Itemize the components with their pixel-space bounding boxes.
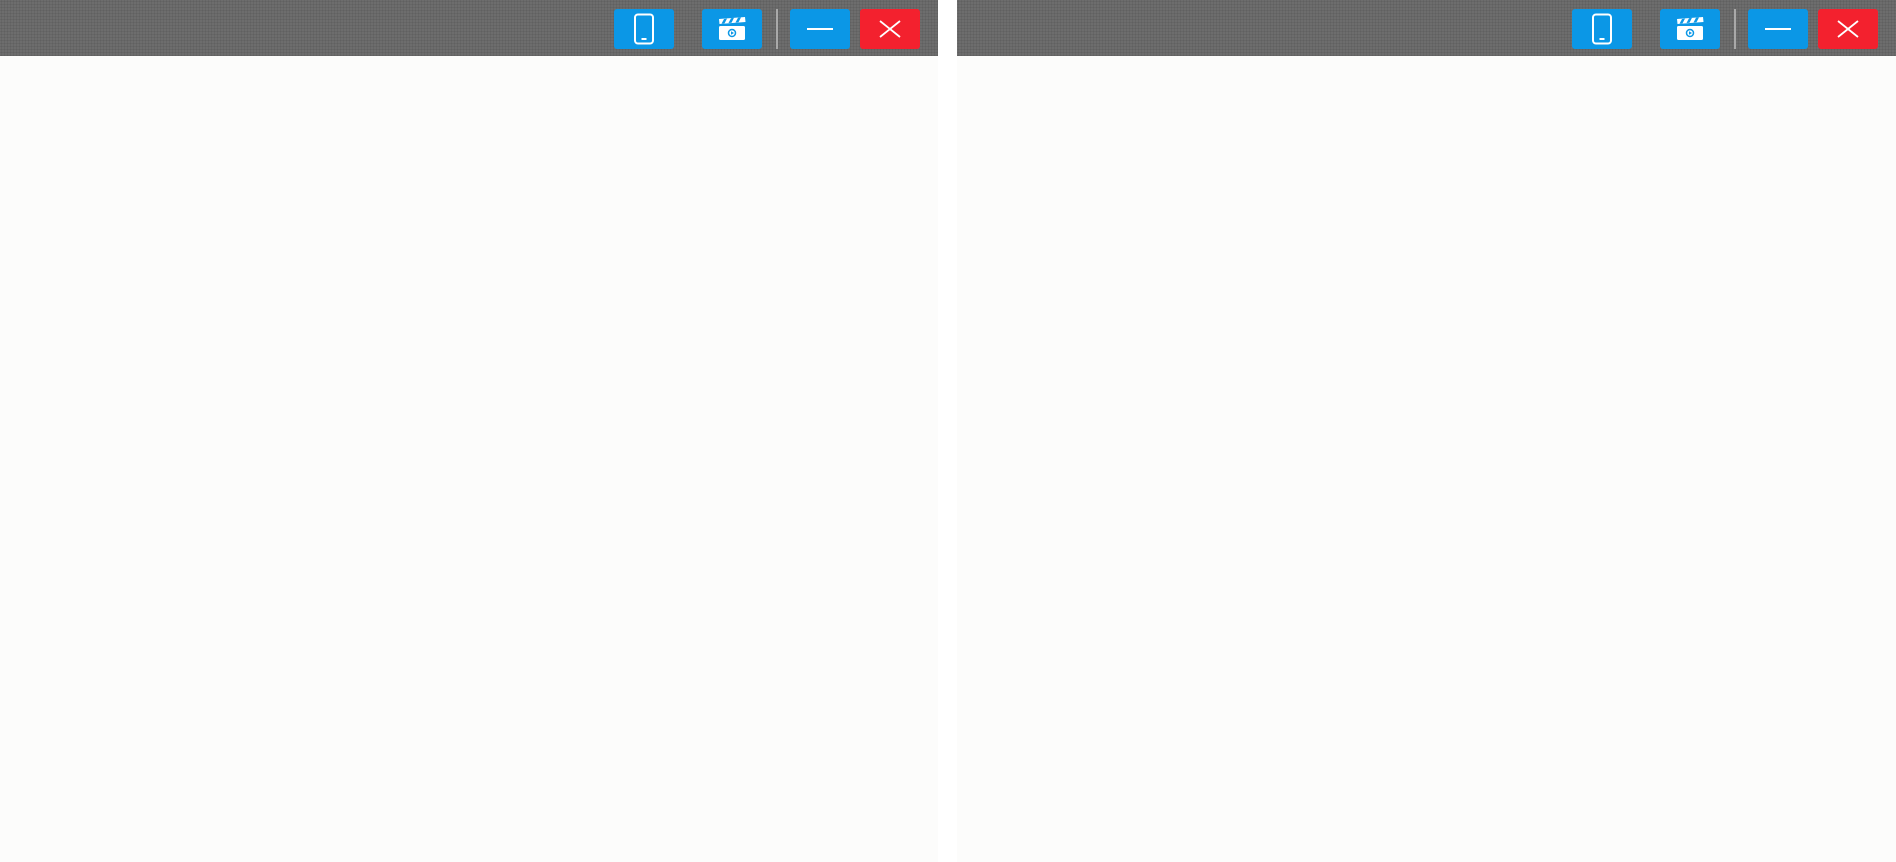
- toolbar-divider: [1734, 9, 1736, 49]
- window-content: [0, 56, 938, 862]
- toolbar-divider: [776, 9, 778, 49]
- clapperboard-icon: [1675, 17, 1705, 41]
- minimize-button[interactable]: [790, 9, 850, 49]
- title-bar[interactable]: [957, 0, 1896, 56]
- title-bar[interactable]: [0, 0, 938, 56]
- window-controls: [1572, 9, 1878, 49]
- video-button[interactable]: [1660, 9, 1720, 49]
- minimize-button[interactable]: [1748, 9, 1808, 49]
- minimize-icon: [807, 27, 833, 31]
- screen: [0, 0, 1896, 862]
- window-right: [957, 0, 1896, 862]
- phone-button[interactable]: [614, 9, 674, 49]
- close-button[interactable]: [860, 9, 920, 49]
- video-button[interactable]: [702, 9, 762, 49]
- window-controls: [614, 9, 920, 49]
- minimize-icon: [1765, 27, 1791, 31]
- window-content: [957, 56, 1896, 862]
- phone-button[interactable]: [1572, 9, 1632, 49]
- close-icon: [879, 20, 901, 38]
- clapperboard-icon: [717, 17, 747, 41]
- phone-icon: [1591, 13, 1613, 45]
- close-button[interactable]: [1818, 9, 1878, 49]
- window-left: [0, 0, 938, 862]
- phone-icon: [633, 13, 655, 45]
- close-icon: [1837, 20, 1859, 38]
